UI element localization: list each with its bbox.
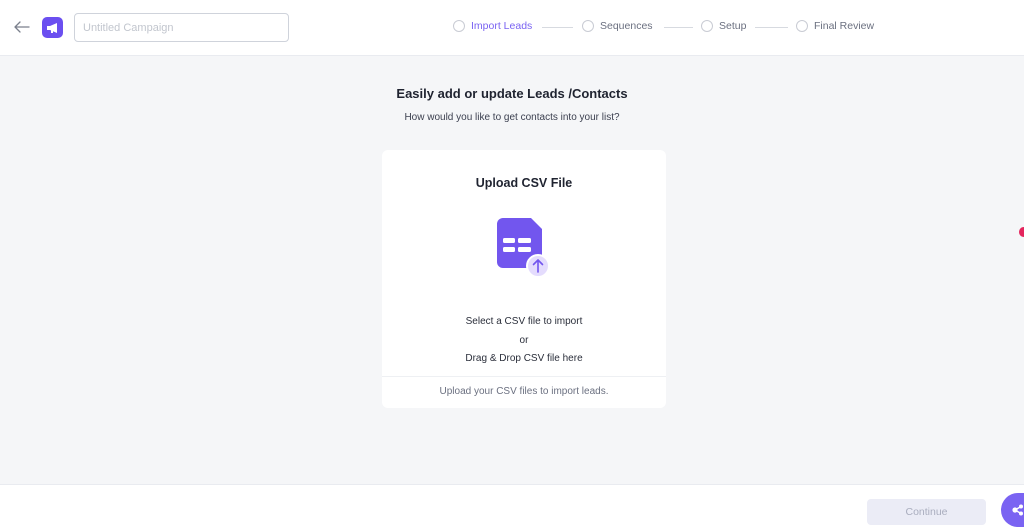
app-logo xyxy=(42,17,63,38)
back-button[interactable] xyxy=(12,17,32,37)
page-title: Easily add or update Leads /Contacts xyxy=(396,86,628,101)
csv-file-upload-icon xyxy=(497,218,550,278)
card-title: Upload CSV File xyxy=(475,176,573,190)
step-connector xyxy=(664,27,693,28)
step-circle-icon xyxy=(582,20,594,32)
step-circle-icon xyxy=(453,20,465,32)
select-file-text: Select a CSV file to import xyxy=(465,316,583,327)
step-import-leads[interactable]: Import Leads xyxy=(453,20,532,32)
top-bar: Import Leads Sequences Setup Final Revie… xyxy=(0,0,1024,56)
step-circle-icon xyxy=(796,20,808,32)
step-final-review[interactable]: Final Review xyxy=(796,20,874,32)
step-connector xyxy=(755,27,788,28)
arrow-left-icon xyxy=(14,21,30,33)
bottom-bar: Continue xyxy=(0,484,1024,529)
campaign-name-input[interactable] xyxy=(74,13,289,42)
step-setup[interactable]: Setup xyxy=(701,20,746,32)
step-circle-icon xyxy=(701,20,713,32)
divider xyxy=(382,376,666,377)
notification-dot xyxy=(1019,227,1024,237)
card-footer-text: Upload your CSV files to import leads. xyxy=(439,386,609,397)
drag-drop-text: Drag & Drop CSV file here xyxy=(465,353,583,364)
upload-csv-card[interactable]: Upload CSV File Select a CSV file to imp… xyxy=(382,150,666,408)
page-subtitle: How would you like to get contacts into … xyxy=(404,112,620,123)
chat-support-icon xyxy=(1012,504,1023,516)
step-sequences[interactable]: Sequences xyxy=(582,20,653,32)
or-text: or xyxy=(519,335,529,346)
step-connector xyxy=(542,27,573,28)
megaphone-icon xyxy=(46,22,57,33)
continue-button[interactable]: Continue xyxy=(867,499,986,525)
